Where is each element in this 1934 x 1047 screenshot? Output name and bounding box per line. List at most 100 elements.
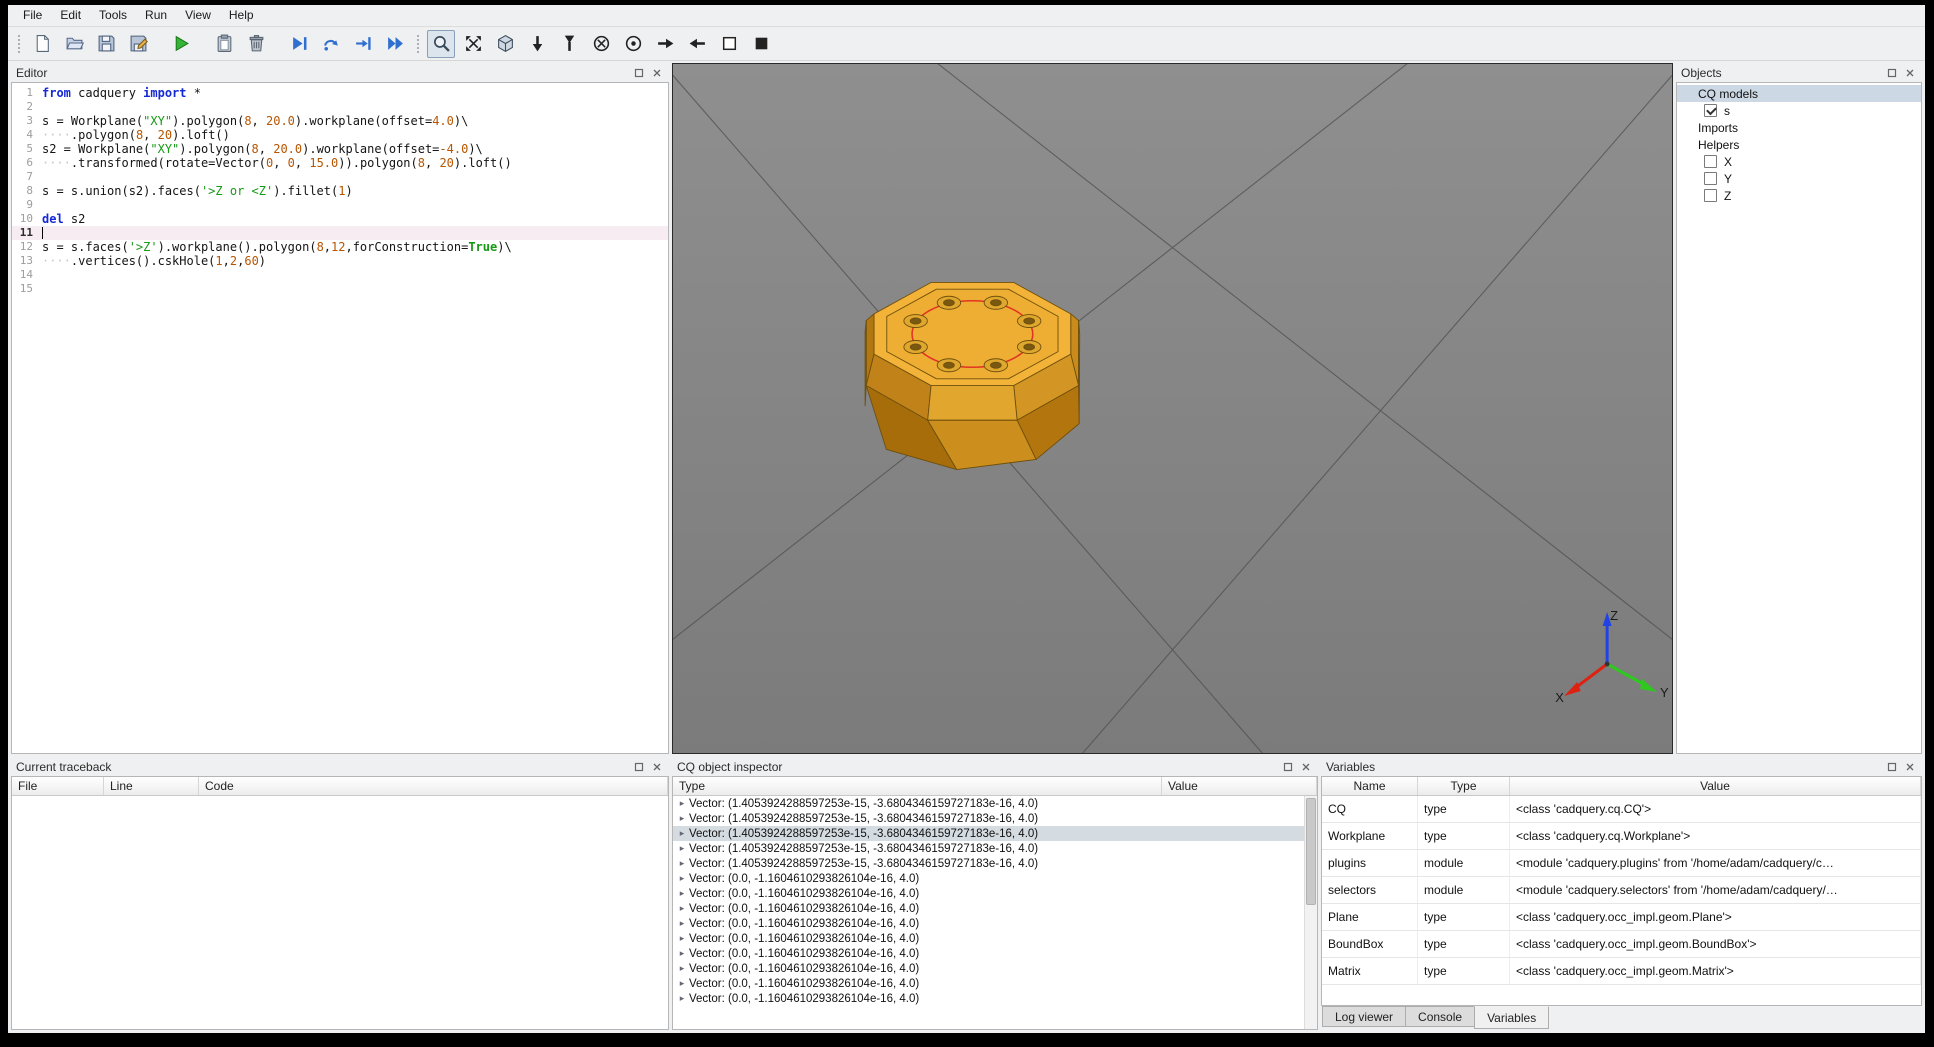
inspector-row[interactable]: ▸ Vector: (0.0, -1.1604610293826104e-16, … (673, 961, 1317, 976)
inspector-row[interactable]: ▸ Vector: (0.0, -1.1604610293826104e-16, … (673, 946, 1317, 961)
tree-item-z[interactable]: Z (1677, 187, 1921, 204)
inspector-row[interactable]: ▸ Vector: (0.0, -1.1604610293826104e-16, … (673, 976, 1317, 991)
zoom-button[interactable] (427, 29, 455, 58)
traceback-close-button[interactable] (650, 760, 664, 774)
column-header-value[interactable]: Value (1510, 777, 1921, 795)
expand-arrow-icon[interactable]: ▸ (675, 948, 689, 959)
code-line-1[interactable]: 1 from cadquery import * (12, 86, 668, 100)
variables-close-button[interactable] (1903, 760, 1917, 774)
objects-close-button[interactable] (1903, 66, 1917, 80)
variable-row[interactable]: CQ type <class 'cadquery.cq.CQ'> (1322, 796, 1921, 823)
inspector-row[interactable]: ▸ Vector: (0.0, -1.1604610293826104e-16, … (673, 991, 1317, 1006)
iso-view-button[interactable] (491, 30, 519, 58)
expand-arrow-icon[interactable]: ▸ (675, 828, 689, 839)
debug-button[interactable] (285, 30, 313, 58)
expand-arrow-icon[interactable]: ▸ (675, 963, 689, 974)
menu-item-help[interactable]: Help (220, 5, 263, 26)
expand-arrow-icon[interactable]: ▸ (675, 933, 689, 944)
tree-item-imports[interactable]: Imports (1677, 119, 1921, 136)
code-line-5[interactable]: 5 s2 = Workplane("XY").polygon(8, 20.0).w… (12, 142, 668, 156)
save-as-button[interactable] (124, 30, 152, 58)
left-view-button[interactable] (651, 30, 679, 58)
checkbox-s[interactable] (1704, 104, 1717, 117)
variable-row[interactable]: Matrix type <class 'cadquery.occ_impl.geom… (1322, 958, 1921, 985)
menu-item-edit[interactable]: Edit (51, 5, 90, 26)
code-line-9[interactable]: 9 (12, 198, 668, 212)
render-button[interactable] (167, 30, 195, 58)
code-line-14[interactable]: 14 (12, 268, 668, 282)
model-3d[interactable] (864, 282, 1081, 470)
code-line-6[interactable]: 6 ····.transformed(rotate=Vector(0, 0, 15… (12, 156, 668, 170)
top-view-button[interactable] (523, 30, 551, 58)
expand-arrow-icon[interactable]: ▸ (675, 858, 689, 869)
column-header-line[interactable]: Line (104, 777, 199, 795)
checkbox-y[interactable] (1704, 172, 1717, 185)
delete-button[interactable] (242, 30, 270, 58)
code-line-8[interactable]: 8 s = s.union(s2).faces('>Z or <Z').fille… (12, 184, 668, 198)
editor-close-button[interactable] (650, 66, 664, 80)
step-in-button[interactable] (349, 30, 377, 58)
inspector-row[interactable]: ▸ Vector: (0.0, -1.1604610293826104e-16, … (673, 901, 1317, 916)
expand-arrow-icon[interactable]: ▸ (675, 993, 689, 1004)
step-button[interactable] (317, 30, 345, 58)
rear-view-button[interactable] (619, 30, 647, 58)
paste-button[interactable] (210, 30, 238, 58)
column-header-file[interactable]: File (12, 777, 104, 795)
tree-item-y[interactable]: Y (1677, 170, 1921, 187)
new-file-button[interactable] (28, 30, 56, 58)
wireframe-button[interactable] (715, 30, 743, 58)
continue-button[interactable] (381, 30, 409, 58)
variables-float-button[interactable] (1885, 760, 1899, 774)
expand-arrow-icon[interactable]: ▸ (675, 903, 689, 914)
objects-float-button[interactable] (1885, 66, 1899, 80)
code-line-15[interactable]: 15 (12, 282, 668, 296)
save-button[interactable] (92, 30, 120, 58)
variable-row[interactable]: plugins module <module 'cadquery.plugins' … (1322, 850, 1921, 877)
expand-arrow-icon[interactable]: ▸ (675, 798, 689, 809)
inspector-row[interactable]: ▸ Vector: (0.0, -1.1604610293826104e-16, … (673, 871, 1317, 886)
tree-item-s[interactable]: s (1677, 102, 1921, 119)
code-line-7[interactable]: 7 (12, 170, 668, 184)
inspector-row[interactable]: ▸ Vector: (1.4053924288597253e-15, -3.680… (673, 856, 1317, 871)
code-line-13[interactable]: 13 ····.vertices().cskHole(1,2,60) (12, 254, 668, 268)
tree-item-cq-models[interactable]: CQ models (1677, 85, 1921, 102)
inspector-row[interactable]: ▸ Vector: (1.4053924288597253e-15, -3.680… (673, 811, 1317, 826)
tab-log-viewer[interactable]: Log viewer (1322, 1006, 1407, 1027)
inspector-row[interactable]: ▸ Vector: (1.4053924288597253e-15, -3.680… (673, 796, 1317, 811)
inspector-row[interactable]: ▸ Vector: (0.0, -1.1604610293826104e-16, … (673, 916, 1317, 931)
expand-arrow-icon[interactable]: ▸ (675, 873, 689, 884)
checkbox-z[interactable] (1704, 189, 1717, 202)
column-header-code[interactable]: Code (199, 777, 668, 795)
viewport-3d[interactable]: Z X Y (672, 63, 1673, 754)
right-view-button[interactable] (683, 30, 711, 58)
tree-item-helpers[interactable]: Helpers (1677, 136, 1921, 153)
inspector-scrollbar[interactable] (1304, 796, 1317, 1029)
expand-arrow-icon[interactable]: ▸ (675, 813, 689, 824)
menu-item-file[interactable]: File (14, 5, 51, 26)
tab-console[interactable]: Console (1405, 1006, 1476, 1027)
code-line-4[interactable]: 4 ····.polygon(8, 20).loft() (12, 128, 668, 142)
column-header-type[interactable]: Type (1418, 777, 1510, 795)
traceback-float-button[interactable] (632, 760, 646, 774)
checkbox-x[interactable] (1704, 155, 1717, 168)
inspector-row[interactable]: ▸ Vector: (1.4053924288597253e-15, -3.680… (673, 826, 1317, 841)
variable-row[interactable]: Plane type <class 'cadquery.occ_impl.geom.… (1322, 904, 1921, 931)
column-header-value[interactable]: Value (1162, 777, 1317, 795)
code-editor[interactable]: 1 from cadquery import * 2 3 s = Workplane("… (11, 82, 669, 754)
expand-arrow-icon[interactable]: ▸ (675, 843, 689, 854)
expand-arrow-icon[interactable]: ▸ (675, 918, 689, 929)
bottom-view-button[interactable] (555, 30, 583, 58)
menu-item-run[interactable]: Run (136, 5, 176, 26)
inspector-row[interactable]: ▸ Vector: (1.4053924288597253e-15, -3.680… (673, 841, 1317, 856)
editor-float-button[interactable] (632, 66, 646, 80)
expand-arrow-icon[interactable]: ▸ (675, 978, 689, 989)
expand-arrow-icon[interactable]: ▸ (675, 888, 689, 899)
code-line-10[interactable]: 10 del s2 (12, 212, 668, 226)
open-file-button[interactable] (60, 30, 88, 58)
fit-view-button[interactable] (459, 30, 487, 58)
inspector-row[interactable]: ▸ Vector: (0.0, -1.1604610293826104e-16, … (673, 886, 1317, 901)
front-view-button[interactable] (587, 30, 615, 58)
menu-item-view[interactable]: View (176, 5, 220, 26)
column-header-name[interactable]: Name (1322, 777, 1418, 795)
variable-row[interactable]: Workplane type <class 'cadquery.cq.Workpla… (1322, 823, 1921, 850)
